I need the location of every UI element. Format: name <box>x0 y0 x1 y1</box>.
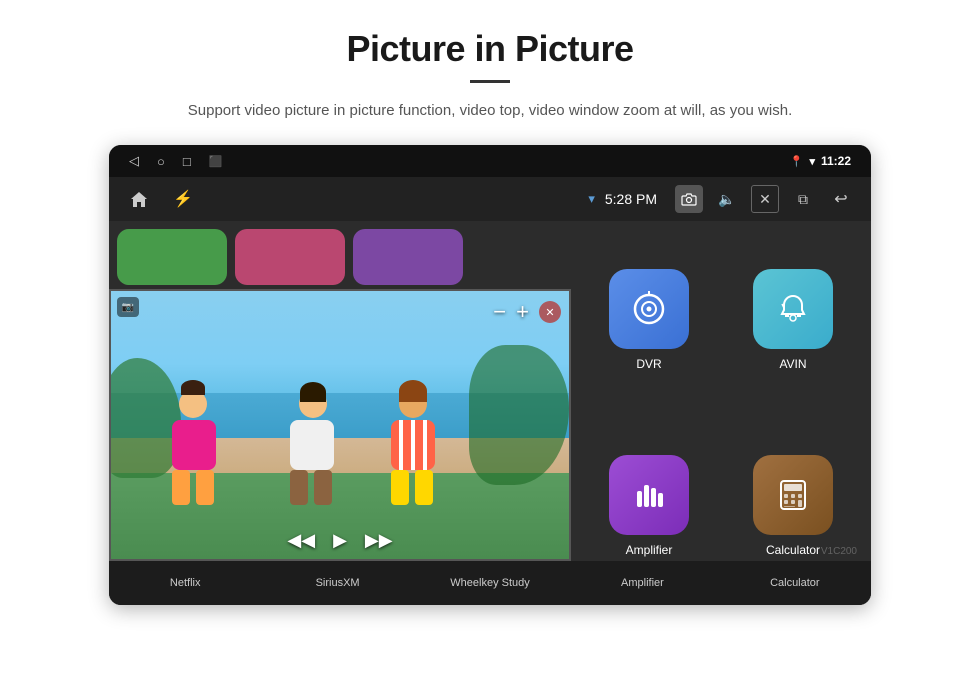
calculator-bottom-item[interactable]: Calculator <box>719 577 871 589</box>
person1 <box>166 390 221 500</box>
amplifier-bottom-item[interactable]: Amplifier <box>566 577 718 589</box>
pip-size-controls: − + ✕ <box>493 299 561 325</box>
dvr-app-item[interactable]: DVR <box>581 231 717 409</box>
bottom-labels-bar: Netflix SiriusXM Wheelkey Study Amplifie… <box>109 561 871 605</box>
nav-volume-icon[interactable]: 🔈 <box>713 185 741 213</box>
pip-minus-btn[interactable]: − <box>493 299 506 325</box>
person2 <box>285 390 340 500</box>
pip-next-btn[interactable]: ▶▶ <box>365 530 393 551</box>
wheelkey-bottom-item[interactable]: Wheelkey Study <box>414 577 566 589</box>
dvr-label: DVR <box>636 357 661 371</box>
calculator-label: Calculator <box>766 543 820 557</box>
pip-close-btn[interactable]: ✕ <box>539 301 561 323</box>
pip-playback-controls: ◀◀ ▶ ▶▶ <box>287 530 392 551</box>
nav-home-icon[interactable] <box>125 185 153 213</box>
avin-label: AVIN <box>779 357 806 371</box>
pip-play-btn[interactable]: ▶ <box>333 530 347 551</box>
avin-app-icon <box>753 269 833 349</box>
wifi-icon: ▾ <box>809 155 815 168</box>
location-icon: 📍 <box>790 155 804 168</box>
nav-left-group: ⚡ <box>125 185 197 213</box>
screenshot-icon[interactable]: ⬛ <box>209 155 223 168</box>
nav-back-icon[interactable]: ↩ <box>827 185 855 213</box>
pip-camera-icon[interactable]: 📷 <box>117 297 139 317</box>
pip-video-container[interactable]: 📷 − + ✕ ◀◀ ▶ ▶▶ <box>109 289 571 561</box>
siriusxm-partial-app[interactable] <box>235 229 345 285</box>
page-subtitle: Support video picture in picture functio… <box>188 99 792 123</box>
netflix-partial-app[interactable] <box>117 229 227 285</box>
wheelkey-bottom-label: Wheelkey Study <box>450 577 529 589</box>
content-area: 📷 − + ✕ ◀◀ ▶ ▶▶ <box>109 221 871 605</box>
person3 <box>386 390 441 500</box>
nav-right-group: ▾ 5:28 PM 🔈 ✕ ⧉ ↩ <box>588 185 855 213</box>
netflix-bottom-label: Netflix <box>170 577 201 589</box>
amplifier-bottom-label: Amplifier <box>621 577 664 589</box>
nav-camera-icon[interactable] <box>675 185 703 213</box>
nav-usb-icon[interactable]: ⚡ <box>169 185 197 213</box>
nav-window-icon[interactable]: ⧉ <box>789 185 817 213</box>
nav-time: 5:28 PM <box>605 191 657 207</box>
calculator-bottom-label: Calculator <box>770 577 820 589</box>
title-divider <box>470 80 510 83</box>
dvr-app-icon <box>609 269 689 349</box>
page-container: Picture in Picture Support video picture… <box>0 0 980 691</box>
status-time: 11:22 <box>821 154 851 168</box>
calculator-app-icon <box>753 455 833 535</box>
wheelkey-partial-app[interactable] <box>353 229 463 285</box>
back-icon[interactable]: ◁ <box>129 153 139 169</box>
status-bar: ◁ ○ □ ⬛ 📍 ▾ 11:22 <box>109 145 871 177</box>
amplifier-label: Amplifier <box>626 543 673 557</box>
page-title: Picture in Picture <box>346 28 633 70</box>
nav-close-icon[interactable]: ✕ <box>751 185 779 213</box>
avin-app-item[interactable]: AVIN <box>725 231 861 409</box>
nav-bar: ⚡ ▾ 5:28 PM 🔈 ✕ ⧉ <box>109 177 871 221</box>
nav-wifi-icon: ▾ <box>588 191 595 207</box>
device-frame: ◁ ○ □ ⬛ 📍 ▾ 11:22 ⚡ <box>109 145 871 605</box>
amplifier-app-icon <box>609 455 689 535</box>
siriusxm-bottom-label: SiriusXM <box>316 577 360 589</box>
pip-plus-btn[interactable]: + <box>516 299 529 325</box>
home-circle-icon[interactable]: ○ <box>157 154 165 169</box>
status-bar-right: 📍 ▾ 11:22 <box>790 154 851 168</box>
pip-prev-btn[interactable]: ◀◀ <box>287 530 315 551</box>
partial-apps-row <box>109 221 571 293</box>
siriusxm-bottom-item[interactable]: SiriusXM <box>261 577 413 589</box>
netflix-bottom-item[interactable]: Netflix <box>109 577 261 589</box>
status-bar-left: ◁ ○ □ ⬛ <box>129 153 222 169</box>
recent-apps-icon[interactable]: □ <box>183 154 191 169</box>
pip-cam-control: 📷 <box>117 297 139 317</box>
watermark: V1C200 <box>821 546 857 557</box>
